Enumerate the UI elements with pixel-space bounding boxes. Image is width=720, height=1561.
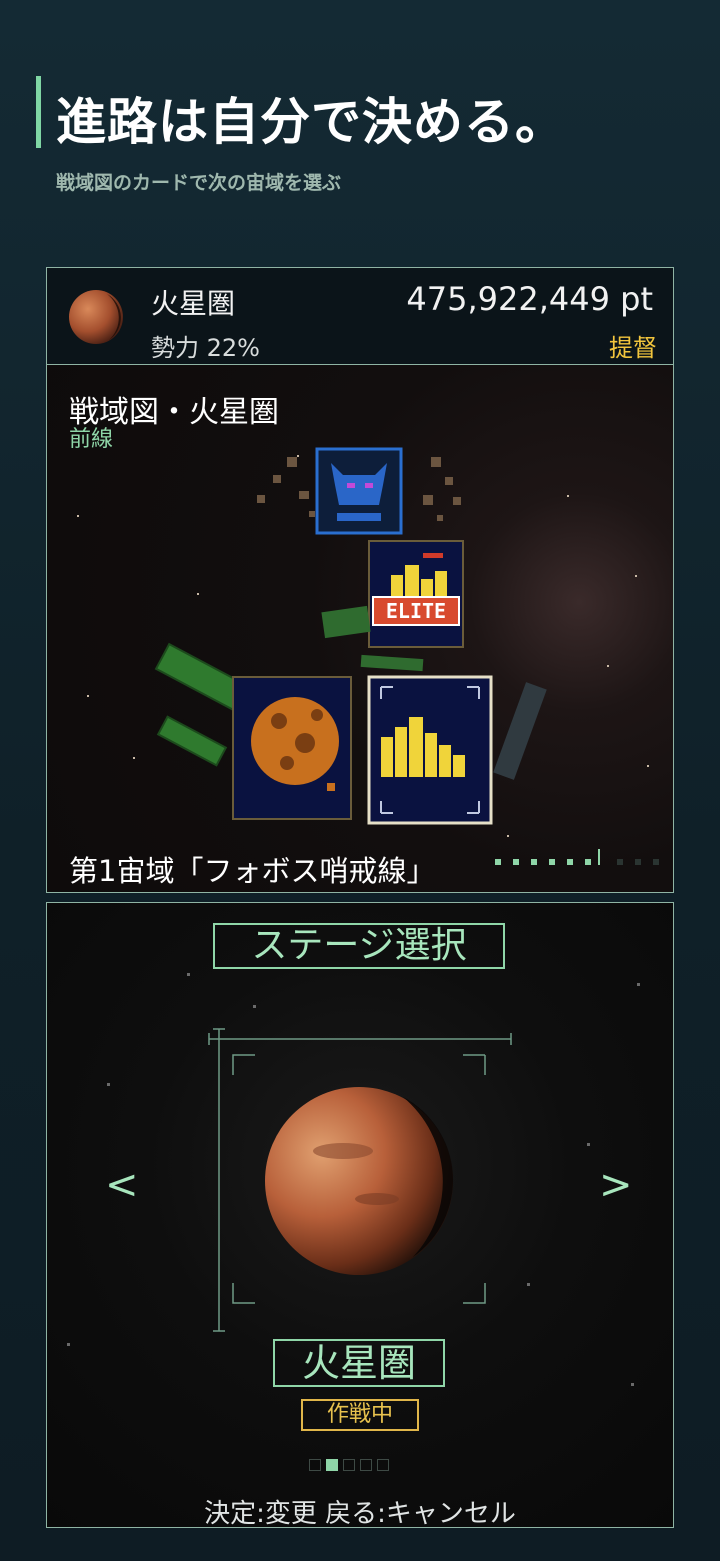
prev-stage-arrow-icon[interactable]: < bbox=[105, 1165, 139, 1205]
influence-percent: 勢力 22% bbox=[151, 334, 260, 362]
points-counter: 475,922,449 pt bbox=[406, 280, 653, 318]
front-line-tag: 前線 bbox=[69, 427, 114, 452]
controls-help-text: 決定:変更 戻る:キャンセル bbox=[204, 1499, 516, 1528]
boss-card[interactable] bbox=[315, 447, 403, 535]
next-stage-arrow-icon[interactable]: > bbox=[599, 1165, 633, 1205]
pager-dot[interactable] bbox=[360, 1459, 372, 1471]
elite-card[interactable]: ELITE bbox=[368, 540, 464, 648]
pager-dot[interactable] bbox=[377, 1459, 389, 1471]
rank-badge: 提督 bbox=[609, 334, 657, 362]
page-title: 進路は自分で決める。 bbox=[56, 93, 566, 151]
pager-dot[interactable] bbox=[309, 1459, 321, 1471]
status-badge-text: 作戦中 bbox=[326, 1402, 393, 1427]
stage-name: 火星圏 bbox=[301, 1341, 416, 1385]
mars-planet-image bbox=[265, 1087, 453, 1275]
city-card-selected[interactable] bbox=[367, 675, 493, 825]
mars-thumbnail-icon bbox=[69, 290, 123, 344]
sector-name: 第1宙域「フォボス哨戒線」 bbox=[69, 854, 436, 888]
pager-dot-active[interactable] bbox=[326, 1459, 338, 1471]
stage-pager bbox=[309, 1459, 389, 1471]
title-accent-bar bbox=[36, 76, 41, 148]
status-bar: 火星圏 勢力 22% 475,922,449 pt 提督 bbox=[46, 267, 674, 365]
theater-map: ELITE 戦域図・火星圏 前線 第1宙域「フォボス哨戒線」 bbox=[46, 365, 674, 893]
page-subtitle: 戦域図のカードで次の宙域を選ぶ bbox=[56, 172, 342, 194]
pager-dot[interactable] bbox=[343, 1459, 355, 1471]
stage-select-title: ステージ選択 bbox=[251, 925, 467, 966]
stage-select-title-box: ステージ選択 bbox=[213, 923, 505, 969]
stage-canvas bbox=[67, 973, 640, 1386]
stage-select-panel: ステージ選択 < > 火星圏 作戦中 決定:変更 戻る:キャンセル bbox=[46, 902, 674, 1528]
elite-label: ELITE bbox=[386, 599, 446, 623]
status-badge: 作戦中 bbox=[301, 1399, 419, 1431]
asteroid-card[interactable] bbox=[232, 676, 352, 820]
stage-name-box[interactable]: 火星圏 bbox=[273, 1339, 445, 1387]
page: 進路は自分で決める。 戦域図のカードで次の宙域を選ぶ 火星圏 勢力 22% 47… bbox=[0, 0, 720, 1561]
route-progress bbox=[495, 849, 659, 865]
map-canvas: ELITE bbox=[77, 447, 659, 865]
region-name: 火星圏 bbox=[151, 287, 236, 320]
